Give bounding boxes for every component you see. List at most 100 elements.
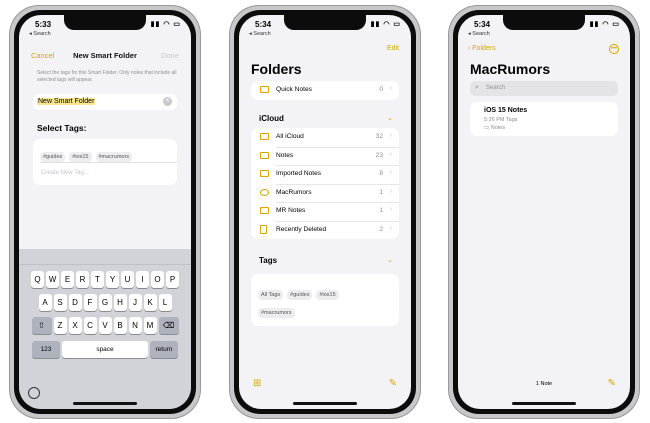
folder-label: MR Notes bbox=[276, 207, 306, 214]
tag-selector: #guides #ios15 #macrumors Create New Tag..… bbox=[33, 139, 177, 185]
tag-chip-macrumors[interactable]: #macrumors bbox=[258, 308, 295, 318]
chevron-right-icon: › bbox=[389, 224, 392, 232]
folder-name-field[interactable]: New Smart Folder ✕ bbox=[33, 94, 177, 110]
key-p[interactable]: P bbox=[166, 271, 179, 288]
page-title: Folders bbox=[251, 61, 302, 77]
folder-icon bbox=[260, 133, 269, 140]
trash-icon bbox=[260, 224, 267, 234]
key-f[interactable]: F bbox=[83, 294, 97, 311]
signal-wifi-battery-icon: ▮▮ ◠ ▭ bbox=[370, 21, 401, 28]
back-label: Search bbox=[33, 31, 51, 37]
search-input[interactable]: ⌕ Search bbox=[470, 81, 618, 96]
key-h[interactable]: H bbox=[113, 294, 127, 311]
back-label: Folders bbox=[472, 45, 496, 52]
key-o[interactable]: O bbox=[151, 271, 164, 288]
space-key[interactable]: space bbox=[62, 341, 148, 358]
clear-icon[interactable]: ✕ bbox=[163, 97, 172, 106]
key-y[interactable]: Y bbox=[106, 271, 119, 288]
key-i[interactable]: I bbox=[136, 271, 149, 288]
return-key[interactable]: return bbox=[150, 341, 178, 358]
back-to-folders-button[interactable]: ‹ Folders bbox=[468, 45, 496, 52]
key-b[interactable]: B bbox=[113, 317, 127, 334]
edit-button[interactable]: Edit bbox=[387, 45, 399, 52]
divider bbox=[40, 162, 177, 163]
key-w[interactable]: W bbox=[46, 271, 59, 288]
key-v[interactable]: V bbox=[98, 317, 112, 334]
key-z[interactable]: Z bbox=[53, 317, 67, 334]
folder-label: Quick Notes bbox=[276, 86, 312, 93]
folder-row-notes[interactable]: Notes 23 › bbox=[251, 146, 399, 166]
key-j[interactable]: J bbox=[128, 294, 142, 311]
folder-count: 2 bbox=[379, 225, 383, 233]
folder-label: Recently Deleted bbox=[276, 225, 327, 233]
tag-chip-ios15[interactable]: #ios15 bbox=[316, 290, 339, 300]
key-a[interactable]: A bbox=[38, 294, 52, 311]
create-new-tag-input[interactable]: Create New Tag... bbox=[41, 170, 89, 176]
tag-chip-guides[interactable]: #guides bbox=[40, 152, 66, 162]
chevron-right-icon: › bbox=[389, 132, 392, 139]
tag-chip-all-tags[interactable]: All Tags bbox=[258, 290, 284, 300]
phone-screen: 5:34 ▮▮ ◠ ▭ ◂ Search Edit Folders Quick … bbox=[239, 15, 411, 409]
home-indicator bbox=[73, 402, 137, 405]
keyboard: QWERTYUIOP ASDFGHJKL ⇧ Z X C V B N M ⌫ 123 space r… bbox=[19, 249, 191, 409]
folder-row-imported-notes[interactable]: Imported Notes 8 › bbox=[251, 165, 399, 184]
note-title: iOS 15 Notes bbox=[484, 107, 528, 114]
folder-count: 32 bbox=[375, 133, 383, 140]
folder-count: 8 bbox=[379, 170, 383, 177]
key-g[interactable]: G bbox=[98, 294, 112, 311]
search-placeholder: Search bbox=[486, 85, 506, 91]
folder-row-all-icloud[interactable]: All iCloud 32 › bbox=[251, 128, 399, 147]
phone-folders: 5:34 ▮▮ ◠ ▭ ◂ Search Edit Folders Quick … bbox=[229, 5, 421, 419]
back-label: Search bbox=[472, 31, 490, 37]
status-time: 5:33 bbox=[35, 20, 52, 29]
note-item[interactable]: iOS 15 Notes 5:26 PM Tags ▭ Notes bbox=[470, 102, 618, 136]
folder-count: 23 bbox=[375, 151, 383, 159]
key-q[interactable]: Q bbox=[31, 271, 44, 288]
compose-icon[interactable]: ✎ bbox=[389, 378, 397, 389]
numbers-key[interactable]: 123 bbox=[32, 341, 60, 358]
key-r[interactable]: R bbox=[76, 271, 89, 288]
phone-screen: 5:33 ▮▮ ◠ ▭ ◂ Search Cancel New Smart Fo… bbox=[19, 15, 191, 409]
key-n[interactable]: N bbox=[128, 317, 142, 334]
home-indicator bbox=[293, 402, 357, 405]
back-label: Search bbox=[253, 31, 271, 37]
collapse-icloud-chevron-icon[interactable]: ⌄ bbox=[387, 114, 393, 122]
backspace-icon[interactable]: ⌫ bbox=[158, 317, 179, 334]
folder-row-macrumors[interactable]: MacRumors 1 › bbox=[251, 183, 399, 203]
folder-row-mr-notes[interactable]: MR Notes 1 › bbox=[251, 202, 399, 221]
done-button[interactable]: Done bbox=[161, 51, 179, 60]
emoji-icon[interactable] bbox=[28, 387, 40, 399]
folder-row-quick-notes[interactable]: Quick Notes 0 › bbox=[251, 81, 399, 100]
note-count: 1 Note bbox=[535, 381, 553, 387]
collapse-tags-chevron-icon[interactable]: ⌄ bbox=[387, 256, 393, 264]
key-s[interactable]: S bbox=[53, 294, 67, 311]
folder-row-recently-deleted[interactable]: Recently Deleted 2 › bbox=[251, 220, 399, 240]
signal-wifi-battery-icon: ▮▮ ◠ ▭ bbox=[150, 21, 181, 28]
new-folder-icon[interactable]: ⊞ bbox=[253, 378, 261, 389]
compose-icon[interactable]: ✎ bbox=[608, 378, 616, 389]
key-k[interactable]: K bbox=[143, 294, 157, 311]
note-meta: 5:26 PM Tags bbox=[484, 117, 518, 123]
back-to-search-link[interactable]: ◂ Search bbox=[29, 31, 51, 37]
tag-chip-ios15[interactable]: #ios15 bbox=[69, 152, 92, 162]
back-to-search-link[interactable]: ◂ Search bbox=[249, 31, 271, 37]
key-l[interactable]: L bbox=[158, 294, 172, 311]
quick-notes-icon bbox=[260, 86, 269, 93]
note-folder: ▭ Notes bbox=[484, 125, 505, 131]
shift-icon[interactable]: ⇧ bbox=[31, 317, 52, 334]
key-m[interactable]: M bbox=[143, 317, 157, 334]
tag-chip-macrumors[interactable]: #macrumors bbox=[95, 152, 133, 162]
key-e[interactable]: E bbox=[61, 271, 74, 288]
key-u[interactable]: U bbox=[121, 271, 134, 288]
key-x[interactable]: X bbox=[68, 317, 82, 334]
tags-heading: Tags bbox=[259, 256, 278, 265]
tag-chip-guides[interactable]: #guides bbox=[287, 290, 313, 300]
more-icon[interactable]: ••• bbox=[609, 44, 619, 54]
icloud-heading: iCloud bbox=[259, 114, 284, 123]
back-to-search-link[interactable]: ◂ Search bbox=[468, 31, 490, 37]
folder-name-value: New Smart Folder bbox=[37, 98, 96, 105]
key-c[interactable]: C bbox=[83, 317, 97, 334]
key-t[interactable]: T bbox=[91, 271, 104, 288]
folder-icon bbox=[260, 170, 269, 177]
key-d[interactable]: D bbox=[68, 294, 82, 311]
